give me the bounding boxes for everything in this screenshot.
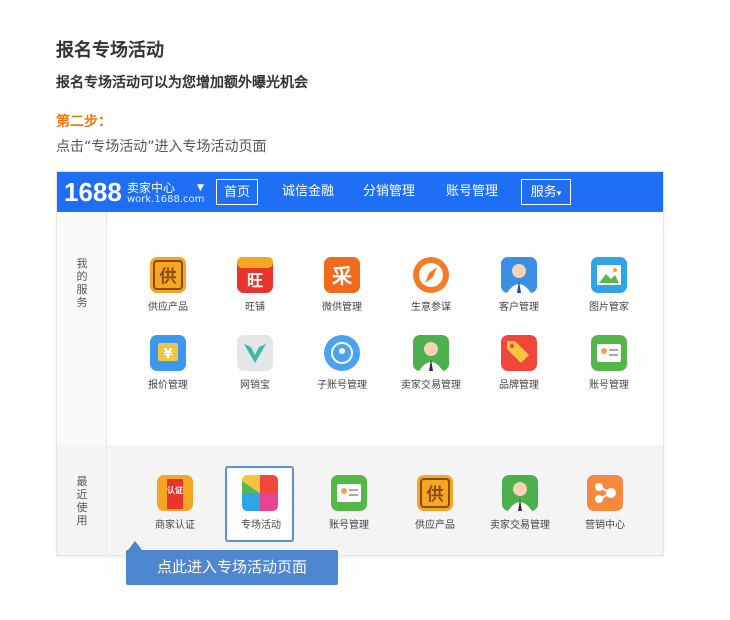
item-label: 账号管理 — [589, 380, 629, 391]
item-label: 旺铺 — [245, 302, 265, 313]
customer-icon — [501, 257, 537, 293]
page-subtitle: 报名专场活动可以为您增加额外曝光机会 — [56, 75, 308, 91]
recent-special-event[interactable]: 专场活动 — [225, 466, 294, 542]
item-label: 商家认证 — [155, 520, 195, 531]
account-card-icon — [591, 335, 627, 371]
logo-url: work.1688.com — [127, 194, 205, 205]
picture-icon — [591, 257, 627, 293]
item-label: 图片管家 — [589, 302, 629, 313]
svg-text:供: 供 — [426, 484, 444, 505]
item-label: 卖家交易管理 — [401, 380, 461, 391]
subaccount-icon — [324, 335, 360, 371]
step-label: 第二步： — [56, 114, 112, 130]
nav-distribution[interactable]: 分销管理 — [357, 172, 421, 212]
logo-1688[interactable]: 1688 — [64, 177, 122, 208]
page-title: 报名专场活动 — [56, 40, 164, 61]
item-label: 报价管理 — [148, 380, 188, 391]
nav-services[interactable]: 服务▾ — [521, 179, 571, 205]
account-card-icon — [331, 475, 367, 511]
my-services-sidebar: 我的服务 — [57, 212, 107, 445]
item-label: 供应产品 — [415, 520, 455, 531]
recent-panel: 最近使用 认证 商家认证 账号管理 供 供应产品 卖家交易管理 营销中心 — [57, 445, 663, 555]
wangpu-icon: 旺 — [237, 257, 273, 293]
item-label: 网销宝 — [240, 380, 270, 391]
compass-icon — [413, 257, 449, 293]
certify-icon: 认证 — [157, 475, 193, 511]
recent-sidebar: 最近使用 — [57, 445, 107, 555]
svg-text:¥: ¥ — [163, 347, 172, 362]
svg-text:旺: 旺 — [247, 271, 263, 290]
callout-tooltip: 点此进入专场活动页面 — [126, 550, 338, 585]
nav-services-label: 服务 — [530, 185, 557, 200]
brand-icon — [501, 335, 537, 371]
item-label: 卖家交易管理 — [490, 520, 550, 531]
item-label: 微供管理 — [322, 302, 362, 313]
svg-text:供: 供 — [159, 266, 177, 287]
wangxiaobao-icon — [237, 335, 273, 371]
seller-center-screenshot: 1688 卖家中心 work.1688.com ▼ 首页 诚信金融 分销管理 账… — [57, 172, 663, 555]
item-label: 品牌管理 — [499, 380, 539, 391]
item-label: 供应产品 — [148, 302, 188, 313]
chevron-down-icon: ▾ — [556, 189, 562, 199]
supply-icon: 供 — [417, 475, 453, 511]
item-label: 营销中心 — [585, 520, 625, 531]
special-event-icon — [242, 475, 278, 511]
svg-text:认证: 认证 — [167, 485, 183, 495]
item-label: 客户管理 — [499, 302, 539, 313]
quote-icon: ¥ — [150, 335, 186, 371]
weigong-icon: 采 — [324, 257, 360, 293]
svg-text:采: 采 — [332, 264, 352, 288]
recent-label: 最近使用 — [76, 475, 88, 527]
marketing-icon — [587, 475, 623, 511]
callout-arrow — [128, 541, 142, 550]
step-description: 点击“专场活动”进入专场活动页面 — [56, 139, 267, 155]
my-services-label: 我的服务 — [76, 257, 88, 309]
seller-trade-icon — [502, 475, 538, 511]
nav-home[interactable]: 首页 — [216, 179, 258, 205]
item-label: 账号管理 — [329, 520, 369, 531]
item-label: 专场活动 — [241, 520, 281, 531]
item-label: 生意参谋 — [411, 302, 451, 313]
caret-down-icon[interactable]: ▼ — [197, 183, 204, 193]
item-label: 子账号管理 — [317, 380, 367, 391]
seller-trade-icon — [413, 335, 449, 371]
supply-icon: 供 — [150, 257, 186, 293]
top-nav-bar: 1688 卖家中心 work.1688.com ▼ 首页 诚信金融 分销管理 账… — [57, 172, 663, 212]
nav-credit-finance[interactable]: 诚信金融 — [276, 172, 340, 212]
my-services-panel: 我的服务 供 供应产品 旺 旺铺 采 微供管理 生意参谋 客户管理 图片管家 ¥… — [57, 212, 663, 445]
nav-account[interactable]: 账号管理 — [440, 172, 504, 212]
